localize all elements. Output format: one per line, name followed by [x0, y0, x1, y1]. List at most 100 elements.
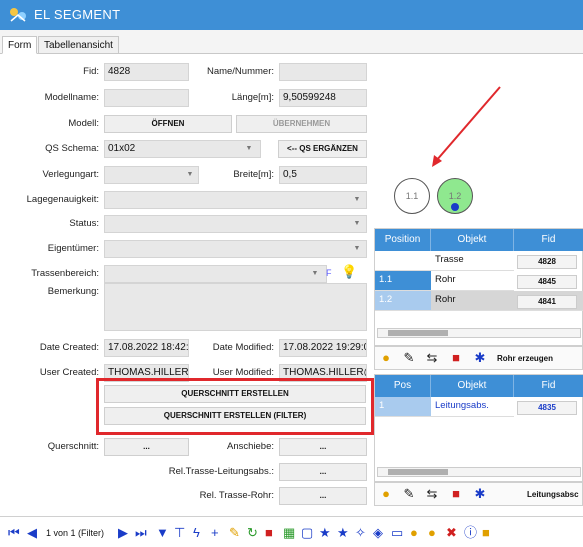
grid2-scroll-thumb[interactable] [388, 469, 448, 475]
eigentuemer-select[interactable] [104, 240, 367, 258]
swap-icon[interactable]: ⇆ [423, 485, 441, 503]
grid1-header-fid[interactable]: Fid [514, 229, 583, 251]
swap-icon[interactable]: ⇆ [423, 349, 441, 367]
previous-record-icon[interactable]: ◀ [27, 525, 37, 541]
grid1-header-objekt[interactable]: Objekt [431, 229, 514, 251]
bemerkung-label: Bemerkung: [47, 286, 99, 297]
rel-trasse-rohr-button[interactable]: ... [279, 487, 367, 505]
querschnitt-button[interactable]: ... [104, 438, 189, 456]
filter-icon[interactable]: ▼ [156, 525, 169, 541]
rel-trasse-rohr-label: Rel. Trasse-Rohr: [199, 490, 274, 501]
status-select[interactable] [104, 215, 367, 233]
chevron-down-icon[interactable]: ▼ [308, 265, 322, 283]
chevron-down-icon[interactable]: ▼ [350, 191, 364, 209]
querschnitt-label: Querschnitt: [47, 441, 99, 452]
uebernehmen-button[interactable]: ÜBERNEHMEN [236, 115, 367, 133]
grid2-row1-fid[interactable]: 4835 [517, 401, 577, 415]
last-record-icon[interactable]: ⏭ [135, 525, 147, 541]
circle-1-1[interactable]: 1.1 [394, 178, 430, 214]
arrow-line [435, 86, 501, 162]
delete-record-icon[interactable]: ■ [265, 525, 273, 541]
grid1-row1-pos[interactable] [375, 251, 431, 271]
cancel-icon[interactable]: ✖ [446, 525, 457, 541]
grid2-row1-obj[interactable]: Leitungsabs. [431, 397, 514, 417]
qs-schema-select[interactable]: 01x02 [104, 140, 261, 158]
lightbulb-icon[interactable]: ● [377, 485, 395, 503]
user-modified-label: User Modified: [212, 367, 274, 378]
grid2-toolbar: ● ✎ ⇆ ■ ✱ Leitungsabsc [374, 482, 583, 506]
pencil-icon[interactable]: ✎ [229, 525, 240, 541]
laenge-field[interactable]: 9,50599248 [279, 89, 367, 107]
delete-icon[interactable]: ■ [447, 485, 465, 503]
oeffnen-button[interactable]: ÖFFNEN [104, 115, 232, 133]
star-edit-icon[interactable]: ✧ [355, 525, 366, 541]
edit-icon[interactable]: ✎ [400, 349, 418, 367]
date-modified-field[interactable]: 17.08.2022 19:29:0 [279, 339, 367, 357]
first-record-icon[interactable]: ⏮ [8, 525, 20, 541]
rohr-grid: Position Objekt Fid Trasse 4828 1.1 Rohr… [374, 228, 583, 346]
grid1-row2-obj[interactable]: Rohr [431, 271, 514, 291]
grid2-header-pos[interactable]: Pos [375, 375, 431, 397]
grid1-row2-pos[interactable]: 1.1 [375, 271, 431, 291]
info-icon[interactable]: ⓘ [464, 525, 477, 541]
date-created-field[interactable]: 17.08.2022 18:42:2 [104, 339, 189, 357]
modellname-field[interactable] [104, 89, 189, 107]
grid2-row1-pos[interactable]: 1 [375, 397, 431, 417]
tab-form[interactable]: Form [2, 36, 38, 54]
refresh-icon[interactable]: ↻ [247, 525, 258, 541]
grid1-scroll-thumb[interactable] [388, 330, 448, 336]
grid1-row1-fid[interactable]: 4828 [517, 255, 577, 269]
name-field[interactable] [279, 63, 367, 81]
leitung-grid: Pos Objekt Fid 1 Leitungsabs. 4835 [374, 374, 583, 482]
fid-field[interactable]: 4828 [104, 63, 189, 81]
filter-f-button[interactable]: F [326, 268, 332, 278]
rohr-erzeugen-button[interactable]: Rohr erzeugen [497, 354, 553, 363]
multi-pin-icon[interactable]: ● [428, 525, 436, 541]
pin-icon[interactable]: ● [410, 525, 418, 541]
chevron-down-icon[interactable]: ▼ [350, 215, 364, 233]
grid1-row3-pos[interactable]: 1.2 [375, 291, 431, 311]
modell-label: Modell: [68, 118, 99, 129]
chevron-down-icon[interactable]: ▼ [183, 166, 197, 184]
lightbulb-icon[interactable]: 💡 [341, 264, 357, 280]
star-outline-icon[interactable]: ★ [337, 525, 349, 541]
star-icon[interactable]: ★ [319, 525, 331, 541]
export-icon[interactable]: ■ [482, 525, 490, 541]
grid1-row2-fid[interactable]: 4845 [517, 275, 577, 289]
asterisk-icon[interactable]: ✱ [471, 349, 489, 367]
grid1-row1-obj[interactable]: Trasse [431, 251, 514, 271]
document-icon[interactable]: ▢ [301, 525, 313, 541]
chevron-down-icon[interactable]: ▼ [350, 240, 364, 258]
lagegenauigkeit-select[interactable] [104, 191, 367, 209]
navigation-bar: ⏮ ◀ 1 von 1 (Filter) ▶ ⏭ ▼ ⊤ ϟ + ✎ ↻ ■ ▦… [0, 516, 583, 547]
chevron-down-icon[interactable]: ▼ [242, 140, 256, 158]
grid1-row3-fid[interactable]: 4841 [517, 295, 577, 309]
tab-tabellenansicht[interactable]: Tabellenansicht [38, 36, 119, 54]
delete-icon[interactable]: ■ [447, 349, 465, 367]
qs-ergaenzen-button[interactable]: <-- QS ERGÄNZEN [278, 140, 367, 158]
grid2-scrollbar[interactable] [377, 467, 581, 477]
leitungsabsc-button[interactable]: Leitungsabsc [527, 490, 579, 499]
filter-remove-icon[interactable]: ⊤ [174, 525, 185, 541]
lightbulb-icon[interactable]: ● [377, 349, 395, 367]
grid2-header-objekt[interactable]: Objekt [431, 375, 514, 397]
table-icon[interactable]: ▦ [283, 525, 295, 541]
grid2-header-fid[interactable]: Fid [514, 375, 583, 397]
edit-icon[interactable]: ✎ [400, 485, 418, 503]
next-record-icon[interactable]: ▶ [118, 525, 128, 541]
message-icon[interactable]: ▭ [391, 525, 403, 541]
tag-icon[interactable]: ◈ [373, 525, 383, 541]
querschnitt-erstellen-filter-button[interactable]: QUERSCHNITT ERSTELLEN (FILTER) [104, 407, 366, 425]
asterisk-icon[interactable]: ✱ [471, 485, 489, 503]
rel-trasse-leitungsabs-button[interactable]: ... [279, 463, 367, 481]
add-icon[interactable]: + [211, 525, 219, 541]
breite-field[interactable]: 0,5 [279, 166, 367, 184]
modellname-label: Modellname: [44, 92, 99, 103]
grid1-header-position[interactable]: Position [375, 229, 431, 251]
anschiebe-button[interactable]: ... [279, 438, 367, 456]
bemerkung-field[interactable] [104, 283, 367, 331]
querschnitt-erstellen-button[interactable]: QUERSCHNITT ERSTELLEN [104, 385, 366, 403]
grid1-scrollbar[interactable] [377, 328, 581, 338]
lightning-icon[interactable]: ϟ [193, 525, 200, 541]
trassenbereich-select[interactable] [104, 265, 327, 283]
